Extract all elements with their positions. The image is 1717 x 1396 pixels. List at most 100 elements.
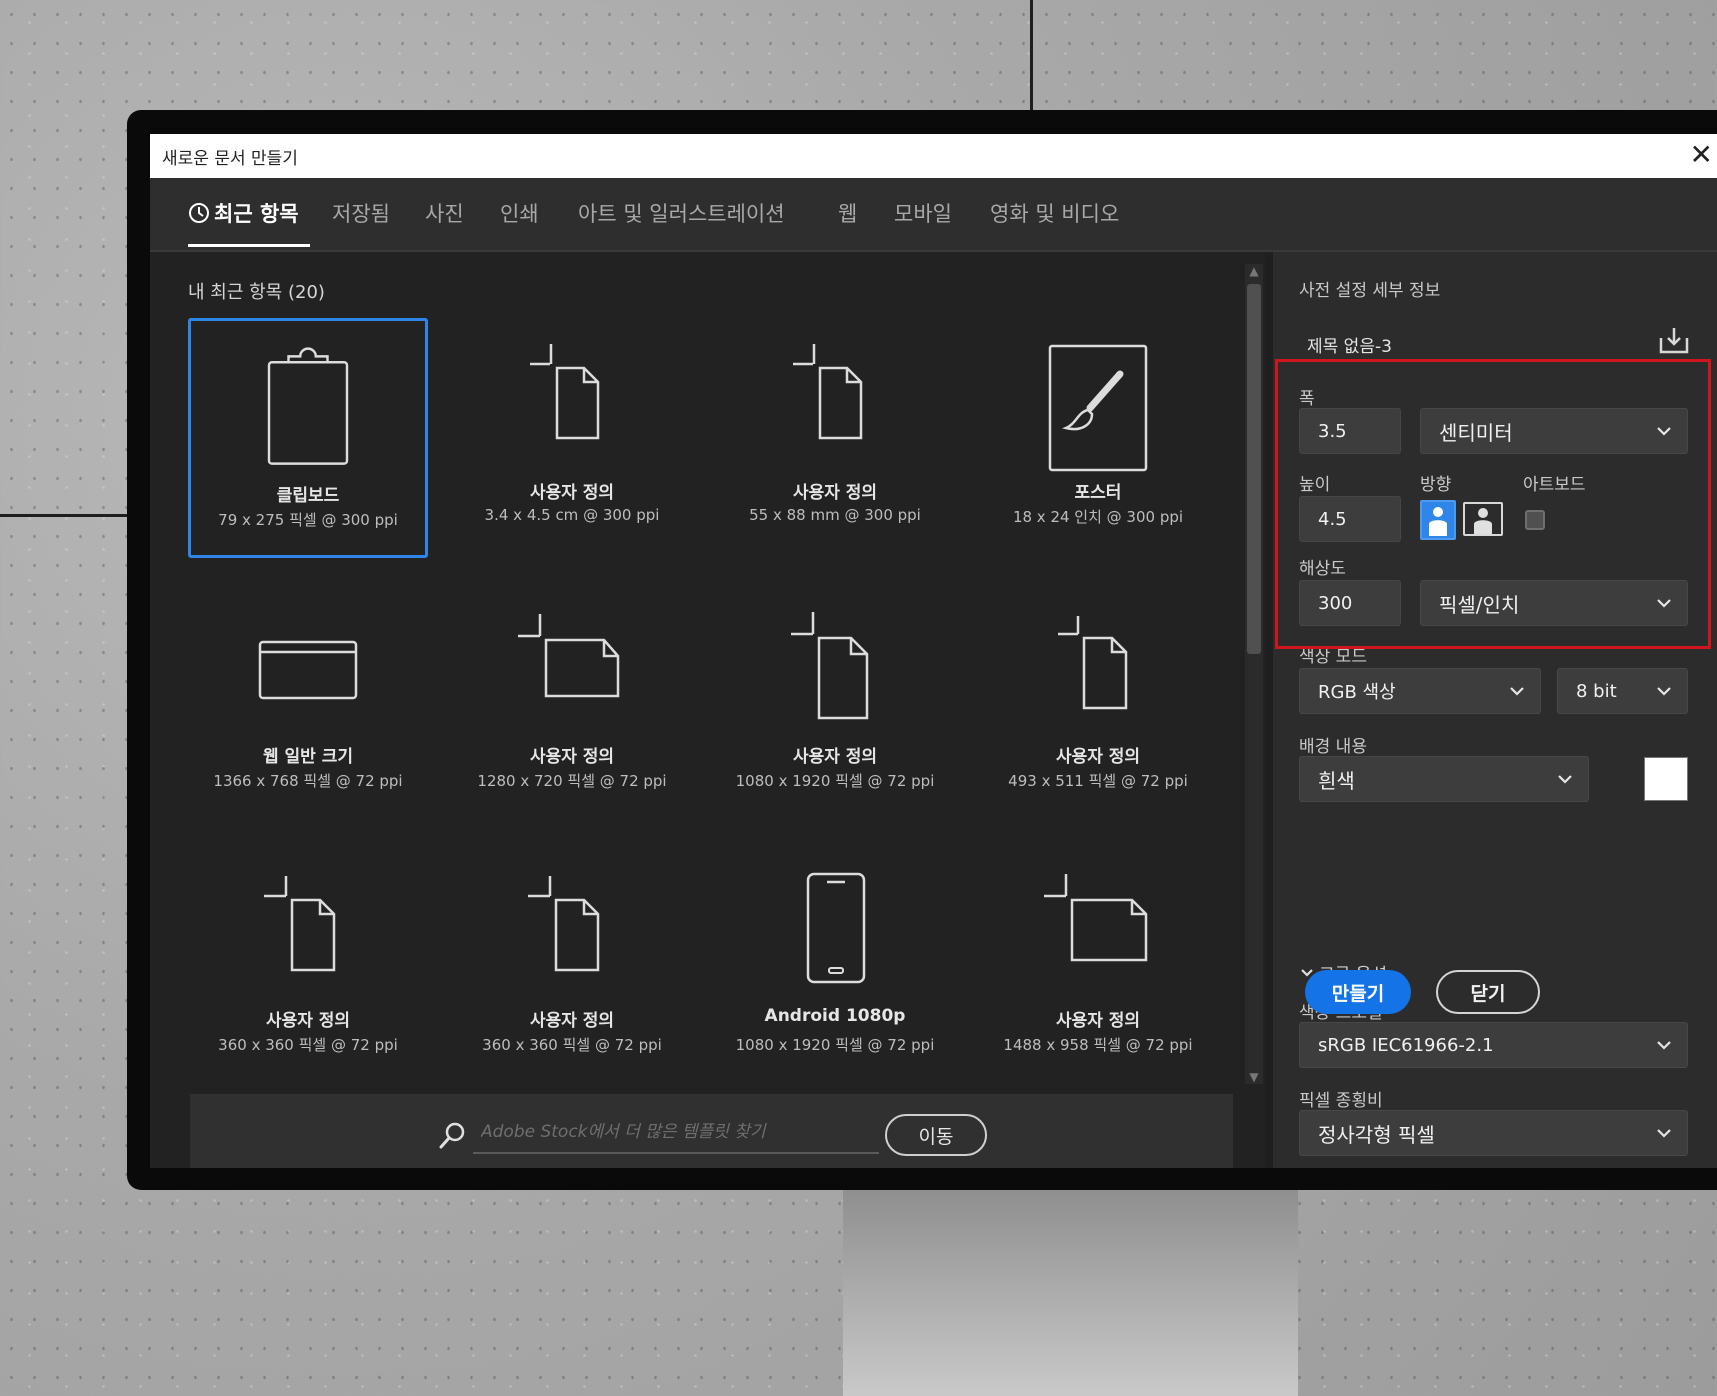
web-browser-icon <box>258 640 358 700</box>
preset-size: 493 x 511 픽셀 @ 72 ppi <box>1008 772 1188 790</box>
tab-photo[interactable]: 사진 <box>425 198 464 228</box>
wall-seam <box>0 514 130 517</box>
scroll-down-icon[interactable]: ▼ <box>1245 1070 1263 1084</box>
active-tab-indicator <box>188 244 310 247</box>
scroll-thumb[interactable] <box>1247 284 1261 654</box>
preset-card[interactable]: 웹 일반 크기 1366 x 768 픽셀 @ 72 ppi <box>188 582 428 822</box>
chevron-down-icon <box>1558 775 1572 784</box>
custom-portrait-icon <box>793 344 863 440</box>
preset-name: 사용자 정의 <box>529 747 615 767</box>
save-preset-icon[interactable] <box>1657 324 1691 356</box>
go-button[interactable]: 이동 <box>885 1114 987 1156</box>
chevron-down-icon <box>1657 1129 1671 1138</box>
preset-card[interactable]: 사용자 정의 1080 x 1920 픽셀 @ 72 ppi <box>715 582 955 822</box>
custom-portrait-icon <box>530 344 600 440</box>
preset-name: 사용자 정의 <box>1055 1011 1141 1031</box>
pixel-aspect-label: 픽셀 종횡비 <box>1299 1091 1383 1111</box>
background-label: 배경 내용 <box>1299 737 1367 757</box>
color-profile-value: sRGB IEC61966-2.1 <box>1318 1034 1494 1056</box>
preset-size: 1080 x 1920 픽셀 @ 72 ppi <box>735 772 935 790</box>
tab-mobile[interactable]: 모바일 <box>894 198 952 228</box>
clock-icon <box>189 203 209 223</box>
bit-depth-select[interactable]: 8 bit <box>1557 668 1688 714</box>
preset-name: Android 1080p <box>764 1006 906 1026</box>
preset-card[interactable]: 사용자 정의 493 x 511 픽셀 @ 72 ppi <box>978 582 1218 822</box>
preset-card[interactable]: 사용자 정의 1280 x 720 픽셀 @ 72 ppi <box>452 582 692 822</box>
preset-name: 웹 일반 크기 <box>262 747 354 767</box>
preset-size: 79 x 275 픽셀 @ 300 ppi <box>218 511 398 529</box>
tab-web[interactable]: 웹 <box>838 198 857 228</box>
preset-name: 사용자 정의 <box>529 483 615 503</box>
close-icon[interactable]: ✕ <box>1690 139 1713 171</box>
background-color-swatch[interactable] <box>1644 757 1688 801</box>
category-tabs: 최근 항목 저장됨 사진 인쇄 아트 및 일러스트레이션 웹 모바일 영화 및 … <box>150 178 1717 252</box>
stock-search-bar: 이동 <box>190 1094 1233 1168</box>
close-button[interactable]: 닫기 <box>1436 970 1540 1014</box>
phone-icon <box>806 872 866 984</box>
custom-portrait-icon <box>264 876 336 972</box>
preset-card[interactable]: Android 1080p 1080 x 1920 픽셀 @ 72 ppi <box>715 846 955 1086</box>
preset-size: 1280 x 720 픽셀 @ 72 ppi <box>477 772 667 790</box>
stock-search-input[interactable] <box>473 1112 879 1154</box>
preset-name: 사용자 정의 <box>529 1011 615 1031</box>
chevron-down-icon <box>1657 687 1671 696</box>
preset-name: 포스터 <box>1074 483 1122 503</box>
custom-portrait-icon <box>1058 616 1128 710</box>
color-profile-select[interactable]: sRGB IEC61966-2.1 <box>1299 1022 1688 1068</box>
preset-size: 1366 x 768 픽셀 @ 72 ppi <box>213 772 403 790</box>
tab-film-video[interactable]: 영화 및 비디오 <box>990 198 1119 228</box>
preset-size: 1488 x 958 픽셀 @ 72 ppi <box>1003 1036 1193 1054</box>
wall-seam <box>1030 0 1033 120</box>
preset-size: 18 x 24 인치 @ 300 ppi <box>1012 508 1184 526</box>
preset-size: 360 x 360 픽셀 @ 72 ppi <box>218 1036 398 1054</box>
monitor-stand <box>843 1190 1298 1396</box>
preset-card[interactable]: 포스터 18 x 24 인치 @ 300 ppi <box>978 318 1218 558</box>
highlight-box <box>1275 359 1711 649</box>
color-mode-select[interactable]: RGB 색상 <box>1299 668 1541 714</box>
preset-name: 클립보드 <box>276 486 340 506</box>
preset-size: 55 x 88 mm @ 300 ppi <box>749 506 921 524</box>
custom-landscape-icon <box>1044 874 1148 962</box>
preset-name: 사용자 정의 <box>792 483 878 503</box>
color-mode-value: RGB 색상 <box>1318 682 1396 703</box>
create-button[interactable]: 만들기 <box>1305 970 1411 1014</box>
chevron-down-icon <box>1657 1041 1671 1050</box>
tab-art-illustration[interactable]: 아트 및 일러스트레이션 <box>578 198 785 228</box>
dialog-titlebar: 새로운 문서 만들기 ✕ <box>150 134 1717 178</box>
custom-landscape-icon <box>518 614 620 698</box>
preset-details-heading: 사전 설정 세부 정보 <box>1299 281 1441 301</box>
preset-card[interactable]: 사용자 정의 55 x 88 mm @ 300 ppi <box>715 318 955 558</box>
tab-print[interactable]: 인쇄 <box>500 198 539 228</box>
recent-presets-panel: 내 최근 항목 (20) 클립보드 79 x 275 픽셀 @ 300 ppi … <box>150 252 1265 1168</box>
pixel-aspect-value: 정사각형 픽셀 <box>1318 1122 1435 1147</box>
clipboard-icon <box>267 347 349 465</box>
poster-brush-icon <box>1048 344 1148 472</box>
search-icon <box>439 1122 465 1149</box>
preset-size: 1080 x 1920 픽셀 @ 72 ppi <box>735 1036 935 1054</box>
bit-depth-value: 8 bit <box>1576 680 1617 702</box>
pixel-aspect-select[interactable]: 정사각형 픽셀 <box>1299 1110 1688 1156</box>
preset-card[interactable]: 사용자 정의 360 x 360 픽셀 @ 72 ppi <box>188 846 428 1086</box>
scroll-up-icon[interactable]: ▲ <box>1245 264 1263 278</box>
document-name[interactable]: 제목 없음-3 <box>1307 332 1392 357</box>
tab-label: 최근 항목 <box>214 202 299 226</box>
preset-size: 3.4 x 4.5 cm @ 300 ppi <box>484 506 660 524</box>
preset-card[interactable]: 사용자 정의 360 x 360 픽셀 @ 72 ppi <box>452 846 692 1086</box>
chevron-down-icon <box>1510 687 1524 696</box>
preset-name: 사용자 정의 <box>1055 747 1141 767</box>
custom-tall-icon <box>791 612 869 720</box>
background-select[interactable]: 흰색 <box>1299 756 1589 802</box>
background-value: 흰색 <box>1318 768 1355 793</box>
custom-portrait-icon <box>528 876 600 972</box>
dialog-title: 새로운 문서 만들기 <box>162 148 298 169</box>
preset-card[interactable]: 사용자 정의 3.4 x 4.5 cm @ 300 ppi <box>452 318 692 558</box>
tab-saved[interactable]: 저장됨 <box>332 198 390 228</box>
preset-name: 사용자 정의 <box>792 747 878 767</box>
preset-card[interactable]: 클립보드 79 x 275 픽셀 @ 300 ppi <box>188 318 428 558</box>
preset-card[interactable]: 사용자 정의 1488 x 958 픽셀 @ 72 ppi <box>978 846 1218 1086</box>
preset-name: 사용자 정의 <box>265 1011 351 1031</box>
presets-scrollbar[interactable]: ▲ ▼ <box>1245 264 1263 1084</box>
preset-size: 360 x 360 픽셀 @ 72 ppi <box>482 1036 662 1054</box>
recent-heading: 내 최근 항목 (20) <box>188 282 325 303</box>
tab-recent[interactable]: 최근 항목 <box>188 198 299 228</box>
